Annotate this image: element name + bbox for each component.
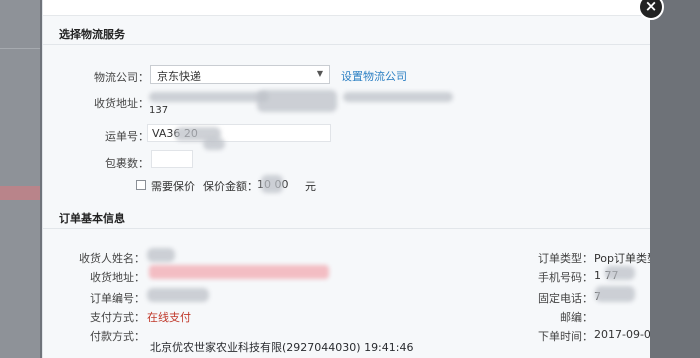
company-label: 物流公司：	[94, 71, 149, 84]
payment-method-value: 在线支付	[147, 311, 191, 324]
logistics-modal: 选择物流服务 物流公司： 京东快递 ▼ 设置物流公司 收货地址： 137 运单号…	[42, 0, 650, 358]
package-input[interactable]	[151, 150, 193, 168]
order-type-label: 订单类型：	[538, 252, 593, 265]
redacted-address-2	[257, 90, 337, 112]
address-line-2: 137	[149, 105, 169, 116]
tracking-label: 运单号：	[105, 130, 149, 143]
logistics-section-title: 选择物流服务	[59, 28, 125, 41]
address-label: 收货地址：	[94, 97, 149, 110]
payment-method-label: 支付方式：	[90, 311, 145, 324]
order-time-value: 2017-09-02	[594, 328, 650, 341]
background-highlight-row	[0, 186, 40, 200]
order-time-label: 下单时间：	[538, 330, 593, 343]
redacted-amount	[261, 175, 283, 193]
phone-label: 固定电话：	[538, 292, 593, 305]
mobile-label: 手机号码：	[538, 271, 593, 284]
pay-type-label: 付款方式：	[90, 330, 145, 343]
modal-header-bar	[43, 0, 650, 16]
section-divider	[43, 228, 650, 229]
background-footer-text: 北京优农世家农业科技有限(2927044030) 19:41:46	[150, 341, 414, 354]
insure-unit: 元	[305, 180, 316, 193]
zip-label: 邮编：	[560, 311, 593, 324]
set-company-link[interactable]: 设置物流公司	[341, 68, 407, 84]
receiver-name-label: 收货人姓名：	[79, 252, 145, 265]
redacted-order-number	[147, 288, 209, 302]
insure-amount-label: 保价金额：	[203, 180, 258, 193]
redacted-tracking-2	[203, 138, 225, 150]
order-type-value: Pop订单类型	[594, 252, 650, 265]
company-select[interactable]: 京东快递 ▼	[150, 65, 330, 84]
order-address-label: 收货地址：	[90, 271, 145, 284]
redacted-order-address	[149, 265, 329, 279]
insure-checkbox[interactable]	[136, 180, 146, 190]
chevron-down-icon: ▼	[316, 69, 323, 78]
insure-label: 需要保价	[151, 180, 195, 193]
redacted-address	[149, 92, 269, 102]
background-sidebar	[0, 0, 40, 358]
order-section-title: 订单基本信息	[59, 212, 125, 225]
redacted-mobile	[605, 266, 635, 280]
redacted-phone	[595, 286, 635, 302]
redacted-receiver-name	[147, 248, 175, 262]
background-right-panel	[648, 0, 700, 358]
package-label: 包裹数：	[105, 157, 149, 170]
redacted-address-3	[343, 92, 453, 102]
company-select-value: 京东快递	[157, 70, 201, 83]
order-number-label: 订单编号：	[90, 292, 145, 305]
background-divider	[0, 48, 40, 49]
section-divider	[43, 44, 650, 45]
